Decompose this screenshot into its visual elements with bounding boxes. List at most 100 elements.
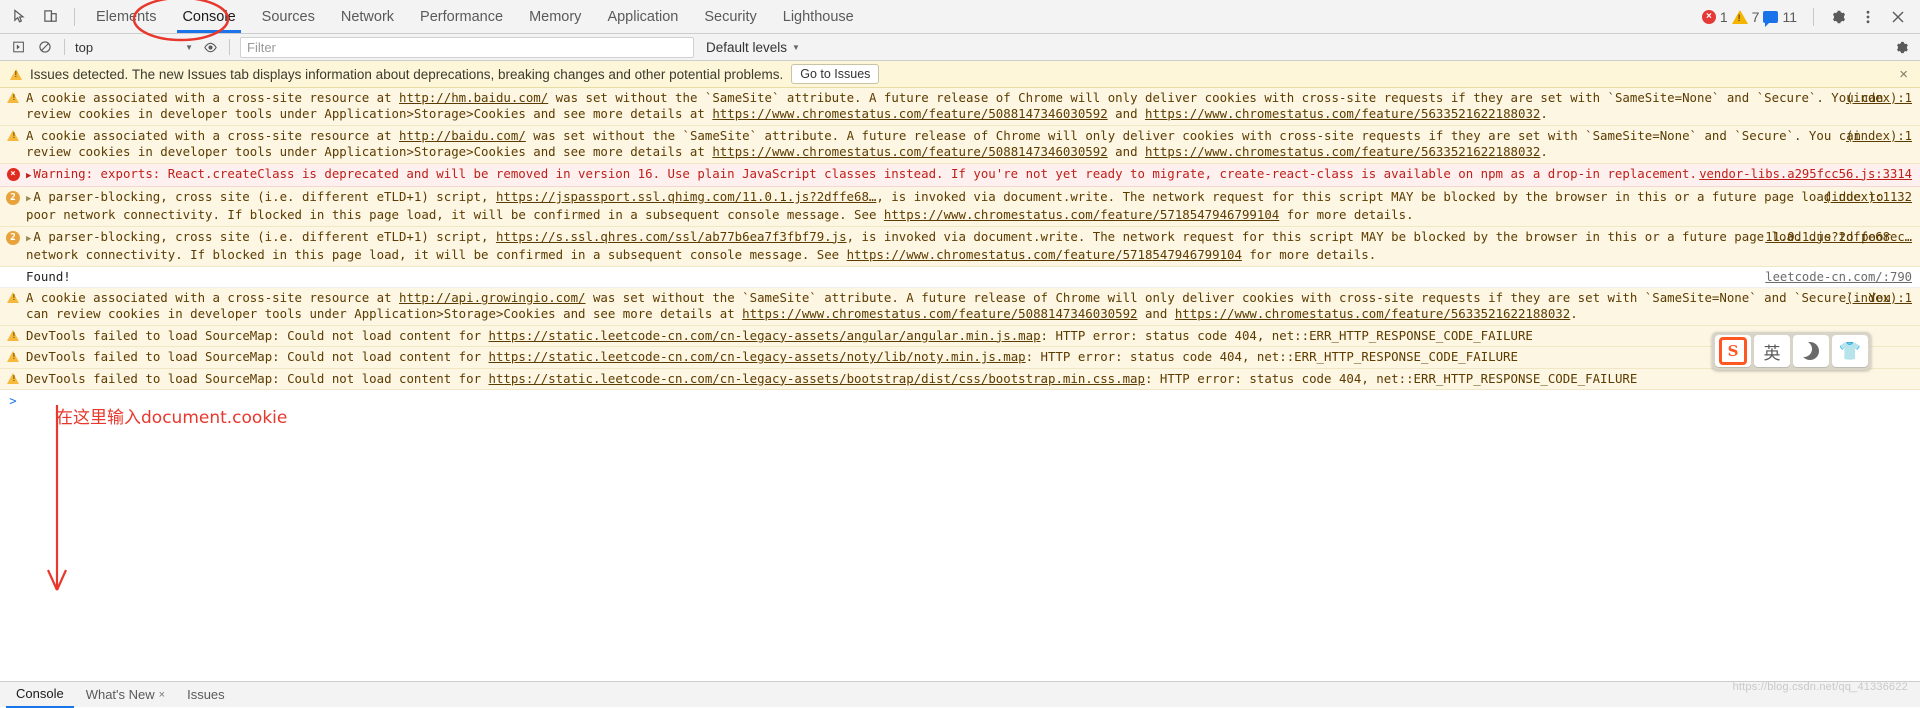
console-message[interactable]: 2 ▶ A parser-blocking, cross site (i.e. di… [0,226,1920,267]
tab-label: Performance [420,8,504,25]
console-message-source-link[interactable]: leetcode-cn.com/:790 [1765,269,1912,285]
expand-triangle-icon[interactable]: ▶ [26,234,31,244]
device-toolbar-icon[interactable] [36,4,64,30]
console-message-gutter [0,328,26,341]
tabbar-right-divider [1813,7,1814,26]
console-message-source-link[interactable]: 11.0.1.js?2dffe68ec… [1765,229,1912,245]
console-message-source-link[interactable]: (index):1 [1846,128,1912,144]
language-mode-icon[interactable]: 英 [1754,335,1790,367]
go-to-issues-button[interactable]: Go to Issues [791,64,880,84]
warning-counter[interactable]: 7 [1731,8,1760,25]
expand-triangle-icon[interactable]: ▶ [26,171,31,181]
language-mode-glyph: 英 [1763,343,1781,364]
warning-icon [7,129,19,141]
skin-icon[interactable]: 👕 [1832,335,1868,367]
console-text-run: A parser-blocking, cross site (i.e. diff… [33,228,496,244]
tab-memory[interactable]: Memory [516,0,594,33]
tab-sources[interactable]: Sources [249,0,328,33]
tab-label: Memory [529,8,582,25]
sogou-logo-icon[interactable]: S [1715,335,1751,367]
console-message[interactable]: 2 ▶ A parser-blocking, cross site (i.e. di… [0,187,1920,227]
console-message-source-link[interactable]: vendor-libs.a295fcc56.js:3314 [1699,166,1912,182]
inspect-element-icon[interactable] [6,4,34,30]
warning-count: 7 [1751,8,1760,25]
console-link[interactable]: https://www.chromestatus.com/feature/508… [712,144,1107,159]
info-counter[interactable]: 11 [1763,8,1797,27]
tabbar-divider [74,7,75,26]
tab-console[interactable]: Console [169,0,248,33]
watermark: https://blog.csdn.net/qq_41336622 [1732,681,1908,693]
expand-triangle-icon[interactable]: ▶ [26,194,31,204]
console-link[interactable]: https://www.chromestatus.com/feature/563… [1145,106,1540,121]
execute-icon[interactable] [6,36,32,58]
console-link[interactable]: http://hm.baidu.com/ [399,90,548,105]
tab-security[interactable]: Security [691,0,769,33]
console-settings-gear-icon[interactable] [1888,36,1914,58]
console-message[interactable]: × ▶ Warning: exports: React.createClass is… [0,163,1920,188]
tab-label: Network [340,8,395,25]
console-link[interactable]: https://www.chromestatus.com/feature/563… [1145,144,1540,159]
repeat-count-badge: 2 [6,230,20,245]
console-text-run: . [1570,306,1578,322]
console-link[interactable]: https://www.chromestatus.com/feature/508… [742,306,1137,321]
console-link[interactable]: https://static.leetcode-cn.com/cn-legacy… [489,328,1041,343]
execution-context-value: top [75,39,94,55]
console-link[interactable]: https://s.ssl.qhres.com/ssl/ab77b6ea7f3f… [496,229,847,244]
night-mode-icon[interactable] [1793,335,1829,367]
console-link[interactable]: https://www.chromestatus.com/feature/508… [712,106,1107,121]
tab-label: Lighthouse [782,8,854,25]
clear-console-icon[interactable] [32,36,58,58]
console-prompt-row[interactable]: > [0,390,1920,413]
console-message[interactable]: A cookie associated with a cross-site re… [0,88,1920,126]
execution-context-selector[interactable]: top ▼ [71,39,197,56]
console-link[interactable]: https://static.leetcode-cn.com/cn-legacy… [489,371,1145,386]
sogou-ime-toolbar[interactable]: S 英 👕 [1712,332,1871,370]
issue-counters[interactable]: × 1 7 11 [1701,8,1797,27]
filter-input[interactable] [240,36,694,58]
log-level-selector[interactable]: Default levels ▼ [706,40,800,55]
close-icon[interactable] [1884,4,1912,30]
toolbar-divider-2 [229,39,230,55]
console-message[interactable]: Found! leetcode-cn.com/:790 [0,266,1920,289]
console-message-gutter: × [0,166,26,181]
tab-elements[interactable]: Elements [83,0,169,33]
console-link[interactable]: https://www.chromestatus.com/feature/571… [884,207,1279,222]
drawer-tab-whats-new[interactable]: What's New × [76,682,175,707]
console-link[interactable]: https://jspassport.ssl.qhimg.com/11.0.1.… [496,189,876,204]
console-message-list[interactable]: A cookie associated with a cross-site re… [0,88,1920,681]
tab-performance[interactable]: Performance [407,0,516,33]
console-message-gutter: 2 [0,229,26,245]
info-count: 11 [1782,8,1797,25]
warning-icon [10,68,22,80]
console-message[interactable]: A cookie associated with a cross-site re… [0,288,1920,326]
tab-application[interactable]: Application [594,0,691,33]
console-message-text: ▶ A parser-blocking, cross site (i.e. dif… [26,189,1920,224]
console-link[interactable]: https://www.chromestatus.com/feature/563… [1175,306,1570,321]
console-message-source-link[interactable]: (index):1132 [1824,189,1912,205]
console-message[interactable]: DevTools failed to load SourceMap: Could… [0,325,1920,348]
console-text-run: A parser-blocking, cross site (i.e. diff… [33,189,496,205]
close-icon[interactable]: × [1899,66,1910,83]
console-link[interactable]: http://baidu.com/ [399,128,526,143]
console-link[interactable]: https://www.chromestatus.com/feature/571… [847,247,1242,262]
warning-icon [7,372,19,384]
console-message-source-link[interactable]: (index):1 [1846,90,1912,106]
console-message[interactable]: DevTools failed to load SourceMap: Could… [0,347,1920,369]
drawer-tab-issues[interactable]: Issues [177,682,235,707]
tab-label: Console [182,8,236,25]
console-message[interactable]: DevTools failed to load SourceMap: Could… [0,368,1920,391]
close-icon[interactable]: × [159,689,165,701]
tab-lighthouse[interactable]: Lighthouse [770,0,867,33]
drawer-tab-console[interactable]: Console [6,681,74,708]
gear-icon[interactable] [1824,4,1852,30]
tab-network[interactable]: Network [328,0,407,33]
console-prompt-input[interactable] [26,393,1920,409]
more-options-icon[interactable] [1854,4,1882,30]
console-message[interactable]: A cookie associated with a cross-site re… [0,125,1920,164]
console-text-run: . [1540,144,1548,160]
error-counter[interactable]: × 1 [1701,9,1728,25]
live-expression-icon[interactable] [197,36,223,58]
console-message-source-link[interactable]: (index):1 [1846,290,1912,306]
console-link[interactable]: http://api.growingio.com/ [399,290,586,305]
console-link[interactable]: https://static.leetcode-cn.com/cn-legacy… [489,349,1026,364]
